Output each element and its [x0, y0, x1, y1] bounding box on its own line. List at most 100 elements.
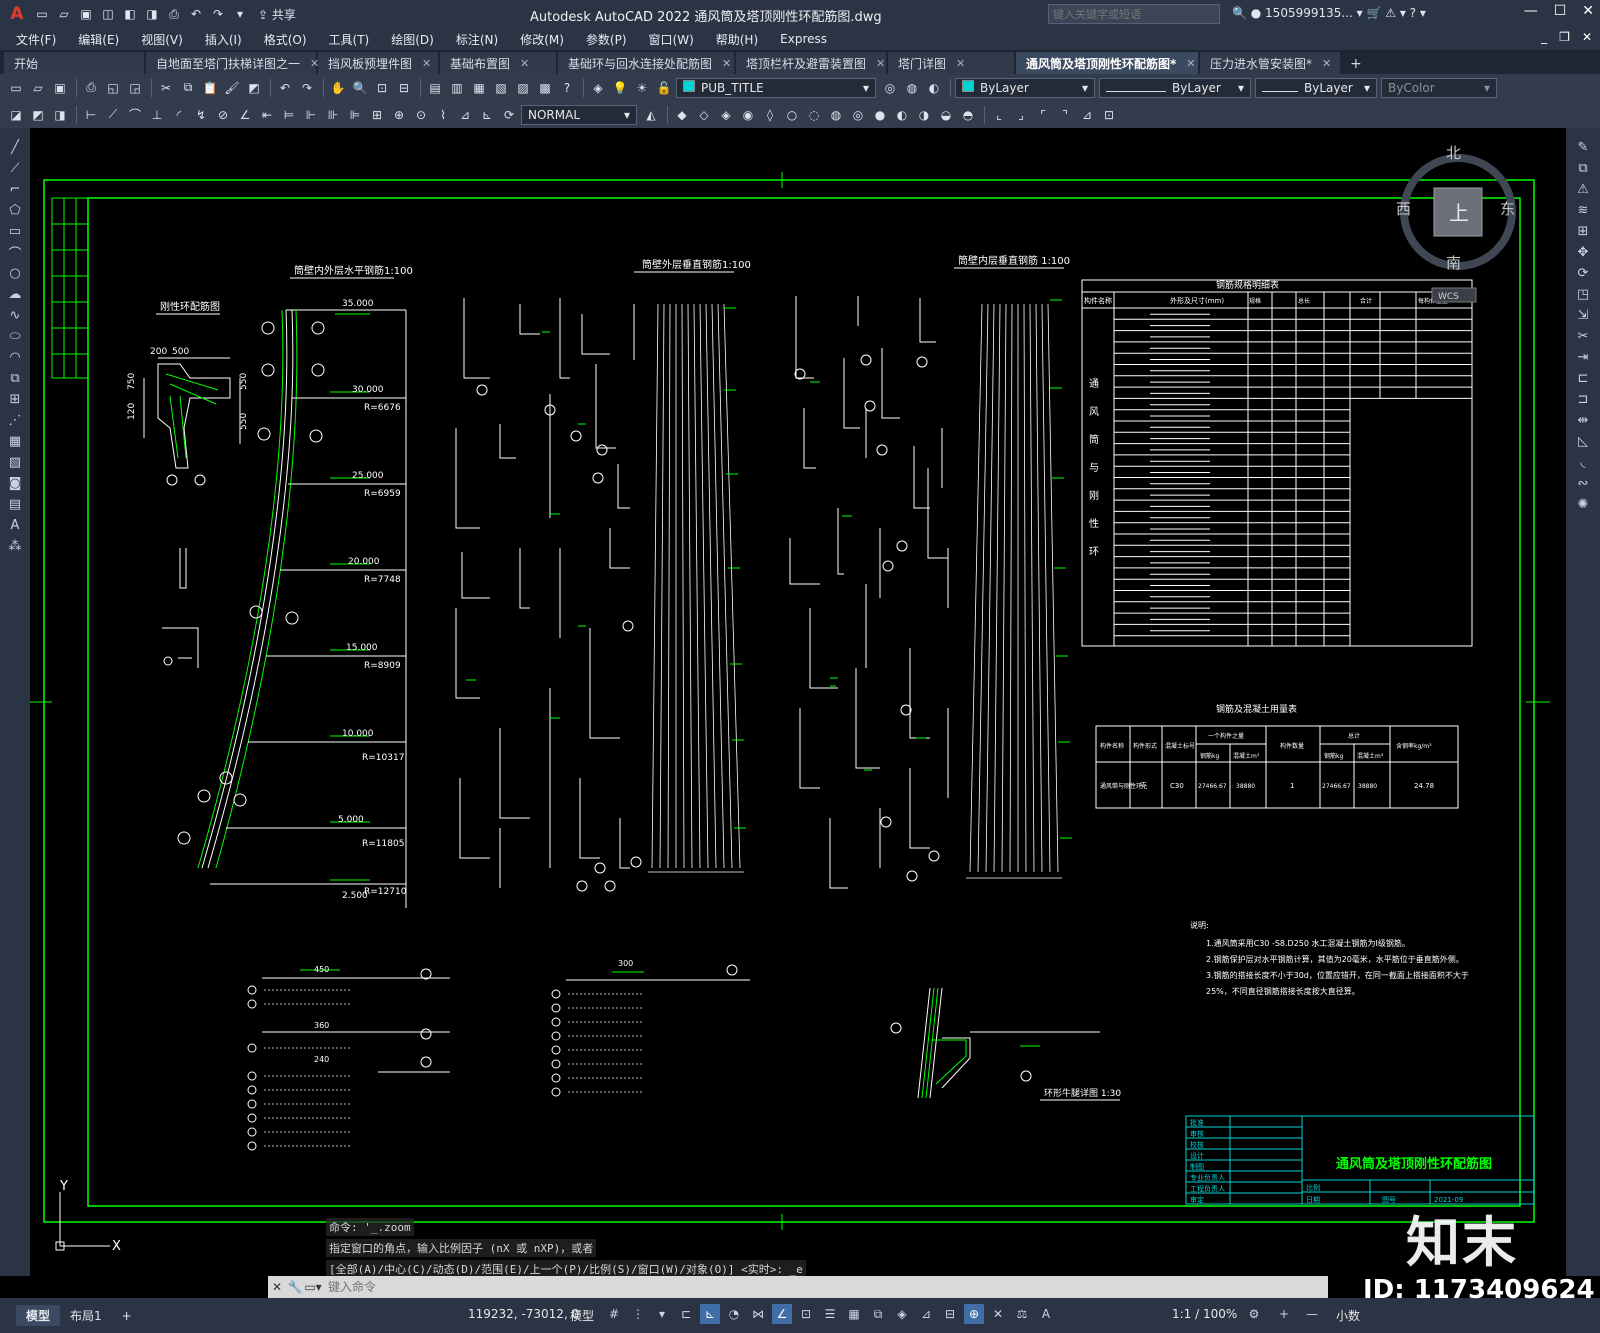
ucs-object-icon[interactable]: ⊿ [1077, 105, 1097, 125]
workspace-gear-icon[interactable]: ⚙ [1244, 1304, 1264, 1324]
make-current-icon[interactable]: ◎ [880, 78, 900, 98]
tab-model[interactable]: 模型 [16, 1305, 61, 1326]
autocad-logo-icon[interactable]: A [6, 3, 28, 25]
viewcube-west[interactable]: 西 [1396, 200, 1411, 218]
view-se-icon[interactable]: ◍ [826, 105, 846, 125]
new-file-icon[interactable]: ▭ [32, 4, 52, 24]
cut-icon[interactable]: ✂ [156, 78, 176, 98]
center-mark-icon[interactable]: ⊕ [389, 105, 409, 125]
view-left-icon[interactable]: ◈ [716, 105, 736, 125]
continue-dim-icon[interactable]: ⊩ [301, 105, 321, 125]
view-bottom-icon[interactable]: ◇ [694, 105, 714, 125]
customize-qat-icon[interactable]: ▾ [230, 4, 250, 24]
shaded-icon[interactable]: ◑ [914, 105, 934, 125]
block-editor-icon[interactable]: ◩ [244, 78, 264, 98]
move-icon[interactable]: ✥ [1573, 243, 1593, 261]
view-ne-icon[interactable]: ◎ [848, 105, 868, 125]
jogged-dim-icon[interactable]: ↯ [191, 105, 211, 125]
polar-icon[interactable]: ◔ [724, 1304, 744, 1324]
sheet-set-icon[interactable]: ▧ [491, 78, 511, 98]
insert-block-icon[interactable]: ⧉ [5, 369, 25, 387]
break-point-icon[interactable]: ⊏ [1573, 369, 1593, 387]
zoom-window-icon[interactable]: ⊡ [372, 78, 392, 98]
properties-match-icon[interactable]: ◪ [6, 105, 26, 125]
ucs-world-icon[interactable]: ⌟ [1011, 105, 1031, 125]
explode-icon[interactable]: ✺ [1573, 495, 1593, 513]
menu-tools[interactable]: 工具(T) [329, 31, 370, 48]
menu-window[interactable]: 窗口(W) [649, 31, 694, 48]
tab-file[interactable]: 压力进水管安装图* ✕ [1200, 52, 1340, 74]
trim-icon[interactable]: ✂ [1573, 327, 1593, 345]
copy-object-icon[interactable]: ⧉ [1573, 159, 1593, 177]
customize-icon[interactable]: 🔧 [286, 1280, 304, 1294]
menu-help[interactable]: 帮助(H) [716, 31, 758, 48]
menu-parametric[interactable]: 参数(P) [586, 31, 627, 48]
menu-modify[interactable]: 修改(M) [520, 31, 564, 48]
pan-icon[interactable]: ✋ [328, 78, 348, 98]
tab-close-icon[interactable]: ✕ [956, 57, 965, 70]
layer-on-icon[interactable]: 💡 [610, 78, 630, 98]
plotstyle-dropdown[interactable]: ByColor ▾ [1381, 77, 1497, 98]
plot-icon[interactable]: ⎙ [164, 4, 184, 24]
plot-icon[interactable]: ⎙ [81, 78, 101, 98]
grid-icon[interactable]: # [604, 1304, 624, 1324]
extend-icon[interactable]: ⇥ [1573, 348, 1593, 366]
chamfer-icon[interactable]: ◺ [1573, 432, 1593, 450]
layer-lock-icon[interactable]: 🔓 [654, 78, 674, 98]
lineweight-dropdown[interactable]: ByLayer ▾ [1255, 77, 1377, 98]
maximize-icon[interactable]: ☐ [1554, 3, 1567, 19]
viewcube-south[interactable]: 南 [1446, 254, 1461, 272]
match-properties-icon[interactable]: 🖌 [222, 78, 242, 98]
xline-icon[interactable]: ⟋ [5, 159, 25, 177]
ucs-icon[interactable]: ⌞ [989, 105, 1009, 125]
baseline-dim-icon[interactable]: ⊨ [279, 105, 299, 125]
paste-icon[interactable]: 📋 [200, 78, 220, 98]
view-top-icon[interactable]: ◆ [672, 105, 692, 125]
gizmo-icon[interactable]: ⊕ [964, 1304, 984, 1324]
dim-update-icon[interactable]: ⟳ [499, 105, 519, 125]
view-right-icon[interactable]: ◉ [738, 105, 758, 125]
isodraft-icon[interactable]: ⋈ [748, 1304, 768, 1324]
close-icon[interactable]: ✕ [268, 1280, 286, 1294]
dim-break-icon[interactable]: ⊫ [345, 105, 365, 125]
quick-select-icon[interactable]: ◩ [28, 105, 48, 125]
region-icon[interactable]: ◙ [5, 474, 25, 492]
viewcube-east[interactable]: 东 [1500, 200, 1515, 218]
doc-minimize-icon[interactable]: _ [1541, 30, 1547, 44]
fillet-icon[interactable]: ◟ [1573, 453, 1593, 471]
tab-close-icon[interactable]: ✕ [722, 57, 731, 70]
share-button[interactable]: ⇪ 共享 [258, 6, 296, 23]
lineweight-icon[interactable]: ☰ [820, 1304, 840, 1324]
add-selected-icon[interactable]: ⁂ [5, 537, 25, 555]
quick-dim-icon[interactable]: ⇤ [257, 105, 277, 125]
ordinate-dim-icon[interactable]: ⊥ [147, 105, 167, 125]
scale-icon[interactable]: ◳ [1573, 285, 1593, 303]
model-space-button[interactable]: 模型 [570, 1307, 594, 1324]
radius-dim-icon[interactable]: ◜ [169, 105, 189, 125]
add-layout-icon[interactable]: + [112, 1307, 142, 1325]
properties-icon[interactable]: ▤ [425, 78, 445, 98]
circle-icon[interactable]: ○ [5, 264, 25, 282]
polyline-icon[interactable]: ⌐ [5, 180, 25, 198]
annotation-scale[interactable]: 1:1 / 100% [1172, 1307, 1237, 1321]
tolerance-icon[interactable]: ⊞ [367, 105, 387, 125]
recent-commands-icon[interactable]: ▭▾ [304, 1280, 322, 1294]
ucs-view-icon[interactable]: ⊡ [1099, 105, 1119, 125]
3d-osnap-icon[interactable]: ◈ [892, 1304, 912, 1324]
line-icon[interactable]: ╱ [5, 138, 25, 156]
join-icon[interactable]: ⇹ [1573, 411, 1593, 429]
undo-icon[interactable]: ↶ [186, 4, 206, 24]
menu-format[interactable]: 格式(O) [264, 31, 307, 48]
blend-icon[interactable]: ∾ [1573, 474, 1593, 492]
save-as-icon[interactable]: ◫ [98, 4, 118, 24]
tab-file[interactable]: 基础环与回水连接处配筋图 ✕ [558, 52, 734, 74]
command-input[interactable] [322, 1280, 1222, 1294]
ellipse-arc-icon[interactable]: ◠ [5, 348, 25, 366]
text-style-dropdown[interactable]: NORMAL ▾ [521, 104, 637, 125]
erase-icon[interactable]: ✎ [1573, 138, 1593, 156]
polygon-icon[interactable]: ⬠ [5, 201, 25, 219]
annotation-monitor-icon[interactable]: + [1274, 1304, 1294, 1324]
menu-view[interactable]: 视图(V) [141, 31, 183, 48]
user-account[interactable]: 🔍 ● 1505999135... ▾ 🛒 ⚠ ▾ ? ▾ [1232, 6, 1426, 20]
open-file-icon[interactable]: ▱ [54, 4, 74, 24]
